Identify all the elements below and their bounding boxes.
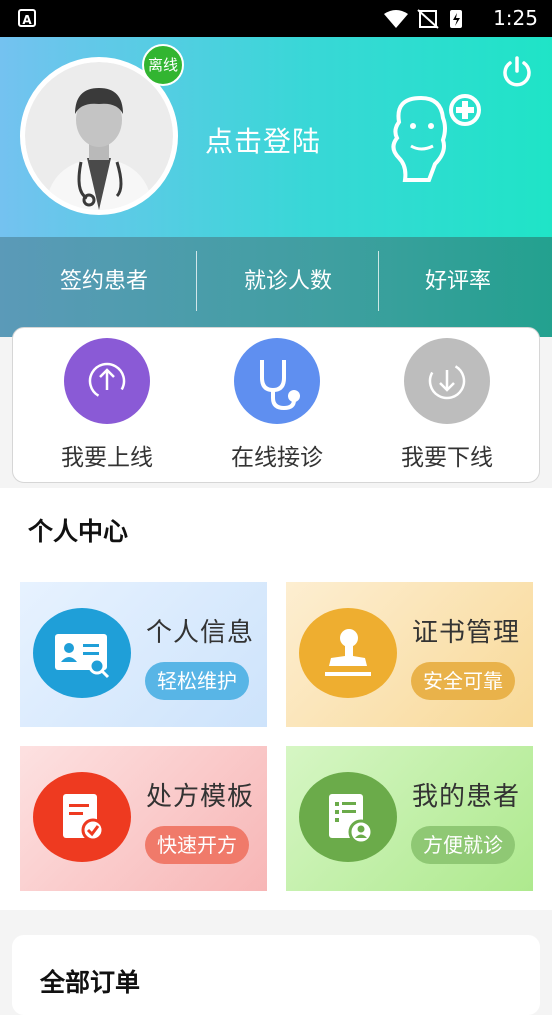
id-card-icon xyxy=(33,608,131,698)
card-certificates[interactable]: 证书管理 安全可靠 xyxy=(286,582,533,727)
status-bar: A 1:25 xyxy=(0,0,552,37)
go-offline-button[interactable]: 我要下线 xyxy=(359,338,535,472)
stat-visits[interactable]: 就诊人数 xyxy=(196,237,380,337)
power-icon[interactable] xyxy=(500,55,534,93)
stats-bar: 签约患者 就诊人数 好评率 xyxy=(0,237,552,337)
wifi-battery-icon xyxy=(384,9,462,29)
download-icon xyxy=(404,338,490,424)
prescription-icon xyxy=(33,772,131,862)
clock: 1:25 xyxy=(493,6,538,30)
status-icons xyxy=(382,8,472,34)
stethoscope-icon xyxy=(234,338,320,424)
online-consult-button[interactable]: 在线接诊 xyxy=(189,338,365,472)
stat-signed-patients[interactable]: 签约患者 xyxy=(12,237,196,337)
status-badge: 离线 xyxy=(142,44,184,86)
tag-badge: 轻松维护 xyxy=(145,662,249,700)
tag-badge: 快速开方 xyxy=(145,826,249,864)
doctor-mascot-icon xyxy=(385,92,485,191)
upload-icon xyxy=(64,338,150,424)
status-actions-card: 我要上线 在线接诊 我要下线 xyxy=(12,327,540,483)
stamp-icon xyxy=(299,608,397,698)
card-my-patients[interactable]: 我的患者 方便就诊 xyxy=(286,746,533,891)
stat-rating[interactable]: 好评率 xyxy=(366,237,550,337)
card-personal-info[interactable]: 个人信息 轻松维护 xyxy=(20,582,267,727)
tag-badge: 安全可靠 xyxy=(411,662,515,700)
login-link[interactable]: 点击登陆 xyxy=(205,120,321,160)
personal-center: 个人中心 个人信息 轻松维护 证书管理 安全可靠 处方模板 快速开方 我的患者 … xyxy=(0,488,552,910)
notification-icon: A xyxy=(18,9,36,27)
patient-list-icon xyxy=(299,772,397,862)
profile-header: 离线 点击登陆 xyxy=(0,37,552,237)
orders-card[interactable]: 全部订单 xyxy=(12,935,540,1015)
go-online-button[interactable]: 我要上线 xyxy=(19,338,195,472)
section-title: 个人中心 xyxy=(28,517,129,546)
orders-title: 全部订单 xyxy=(40,968,141,997)
card-prescription-templates[interactable]: 处方模板 快速开方 xyxy=(20,746,267,891)
tag-badge: 方便就诊 xyxy=(411,826,515,864)
